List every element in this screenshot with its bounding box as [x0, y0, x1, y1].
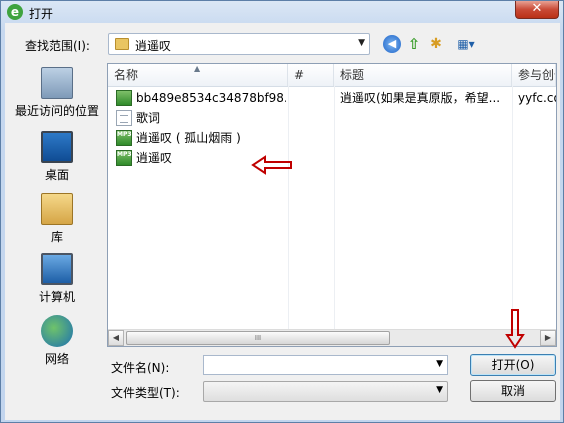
desktop-icon: [41, 131, 73, 163]
file-row[interactable]: 歌词: [108, 108, 556, 128]
cancel-button[interactable]: 取消: [470, 380, 556, 402]
mp3-file-icon: MP3: [116, 150, 132, 166]
close-button[interactable]: ✕: [515, 1, 559, 19]
column-header-number[interactable]: #: [288, 64, 334, 86]
column-header-artist[interactable]: 参与创作: [512, 64, 556, 86]
place-desktop[interactable]: 桌面: [9, 131, 105, 183]
scroll-thumb[interactable]: III: [126, 331, 390, 345]
place-label: 网络: [44, 352, 69, 366]
file-title: 逍遥叹(如果是真原版，希望...: [340, 91, 501, 105]
place-library[interactable]: 库: [9, 193, 105, 245]
file-row[interactable]: bb489e8534c34878bf98... 逍遥叹(如果是真原版，希望...…: [108, 88, 556, 108]
chevron-down-icon: ▼: [436, 385, 443, 395]
file-name-input[interactable]: ▼: [203, 355, 448, 375]
open-dialog-window: e 打开 ✕ 查找范围(I): 逍遥叹 ▼ ◀ ⇧ ✱ ▦▾ 最近访问的位置 桌…: [0, 0, 564, 423]
file-name-label: 文件名(N):: [111, 361, 170, 375]
recent-places-icon: [41, 67, 73, 99]
place-network[interactable]: 网络: [9, 315, 105, 367]
places-bar: 最近访问的位置 桌面 库 计算机 网络: [9, 63, 105, 366]
sort-up-icon: ▲: [194, 64, 201, 73]
file-type-dropdown[interactable]: ▼: [203, 381, 448, 402]
annotation-arrow-left-icon: [251, 155, 292, 175]
mp3-file-icon: MP3: [116, 130, 132, 146]
new-folder-icon[interactable]: ✱: [427, 35, 445, 53]
place-recent[interactable]: 最近访问的位置: [9, 67, 105, 119]
column-header-title[interactable]: 标题: [334, 64, 512, 86]
file-name: 逍遥叹 ( 孤山烟雨 ): [136, 131, 241, 145]
app-icon: e: [7, 4, 23, 20]
header-divider: [108, 86, 556, 87]
file-name: bb489e8534c34878bf98...: [136, 91, 286, 105]
file-row[interactable]: MP3 逍遥叹 ( 孤山烟雨 ): [108, 128, 556, 148]
text-file-icon: [116, 110, 132, 126]
open-button[interactable]: 打开(O): [470, 354, 556, 376]
place-computer[interactable]: 计算机: [9, 253, 105, 305]
chevron-down-icon: ▼: [358, 38, 365, 48]
column-header-name[interactable]: 名称 ▲: [108, 64, 288, 86]
back-icon[interactable]: ◀: [383, 35, 401, 53]
place-label: 最近访问的位置: [14, 104, 99, 118]
dialog-body: 查找范围(I): 逍遥叹 ▼ ◀ ⇧ ✱ ▦▾ 最近访问的位置 桌面 库 计算机…: [5, 23, 560, 420]
chevron-down-icon[interactable]: ▼: [436, 359, 443, 369]
file-list[interactable]: 名称 ▲ # 标题 参与创作 bb489e8534c34878bf98... 逍…: [107, 63, 557, 347]
file-type-label: 文件类型(T):: [111, 386, 180, 400]
window-title: 打开: [29, 7, 54, 21]
file-artist: yyfc.co: [518, 91, 556, 105]
scroll-left-icon[interactable]: ◀: [108, 330, 124, 346]
library-icon: [41, 193, 73, 225]
folder-icon: [115, 38, 129, 50]
computer-icon: [41, 253, 73, 285]
look-in-value: 逍遥叹: [135, 39, 172, 53]
file-name: 歌词: [136, 111, 161, 125]
look-in-dropdown[interactable]: 逍遥叹 ▼: [108, 33, 370, 55]
horizontal-scrollbar[interactable]: ◀ III ▶: [108, 329, 556, 346]
annotation-arrow-down-icon: [505, 309, 525, 349]
look-in-label: 查找范围(I):: [25, 39, 90, 53]
place-label: 库: [50, 230, 63, 244]
audio-file-icon: [116, 90, 132, 106]
scroll-right-icon[interactable]: ▶: [540, 330, 556, 346]
network-icon: [41, 315, 73, 347]
place-label: 计算机: [38, 290, 75, 304]
place-label: 桌面: [44, 168, 69, 182]
up-folder-icon[interactable]: ⇧: [405, 35, 423, 53]
title-bar: e 打开 ✕: [1, 1, 563, 23]
file-row[interactable]: MP3 逍遥叹: [108, 148, 556, 168]
view-menu-icon[interactable]: ▦▾: [453, 35, 479, 53]
